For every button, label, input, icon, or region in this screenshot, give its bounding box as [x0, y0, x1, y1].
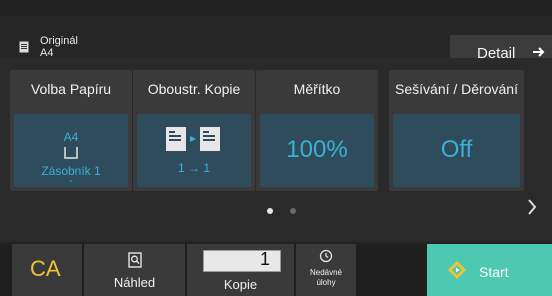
recent-jobs-label: Nedávné úlohy [309, 268, 343, 287]
start-label: Start [479, 264, 509, 280]
start-icon [448, 261, 466, 279]
preview-icon [128, 252, 142, 268]
page-dot[interactable] [290, 208, 296, 214]
tray-extra: - [69, 176, 73, 187]
card-staple-punch-title: Sešívání / Děrování [395, 81, 518, 97]
original-icon [19, 41, 29, 53]
card-scale-body: 100% [260, 114, 374, 187]
card-duplex-title: Oboustr. Kopie [147, 81, 241, 97]
bottom-bar: CA Náhled 1 Kopie Nedávné úlohy Start [0, 244, 552, 296]
scale-value: 100% [286, 136, 348, 163]
copies-field[interactable]: 1 [203, 249, 281, 272]
original-label: Originál [40, 35, 78, 47]
preview-button[interactable]: Náhled [84, 244, 185, 296]
arrow-right-icon [533, 47, 545, 57]
copies-label: Kopie [223, 277, 258, 292]
paper-tray-icon [64, 147, 78, 159]
staple-punch-value: Off [440, 136, 473, 163]
card-paper-select-title: Volba Papíru [30, 81, 112, 97]
card-duplex-body: 1 → 1 [137, 114, 251, 187]
top-bar: Originál A4 Detail [0, 16, 552, 71]
page-dot-active[interactable] [267, 208, 273, 214]
card-scale-title: Měřítko [293, 81, 341, 97]
start-button[interactable]: Start [427, 244, 552, 296]
copies-value: 1 [259, 249, 270, 269]
card-scale[interactable]: Měřítko 100% [256, 70, 378, 191]
copy-screen: Originál A4 Detail Volba Papíru A4 Zásob… [0, 0, 552, 296]
clear-all-label: CA [30, 256, 61, 281]
duplex-icon [166, 127, 220, 151]
card-duplex[interactable]: Oboustr. Kopie 1 → 1 [133, 70, 255, 191]
card-staple-punch[interactable]: Sešívání / Děrování Off [389, 70, 524, 191]
copies-button[interactable]: 1 Kopie [187, 244, 294, 296]
chevron-right-icon[interactable] [527, 198, 537, 216]
history-icon [319, 249, 333, 263]
clear-all-button[interactable]: CA [12, 244, 82, 296]
recent-jobs-button[interactable]: Nedávné úlohy [296, 244, 356, 296]
card-paper-select[interactable]: Volba Papíru A4 Zásobník 1 - [10, 70, 132, 191]
preview-label: Náhled [113, 275, 156, 290]
main-panel: Volba Papíru A4 Zásobník 1 - Oboustr. Ko… [0, 58, 552, 242]
paper-size-value: A4 [63, 130, 79, 144]
card-staple-punch-body: Off [393, 114, 520, 187]
duplex-value: 1 → 1 [177, 161, 210, 175]
card-paper-select-body: A4 Zásobník 1 - [14, 114, 128, 187]
